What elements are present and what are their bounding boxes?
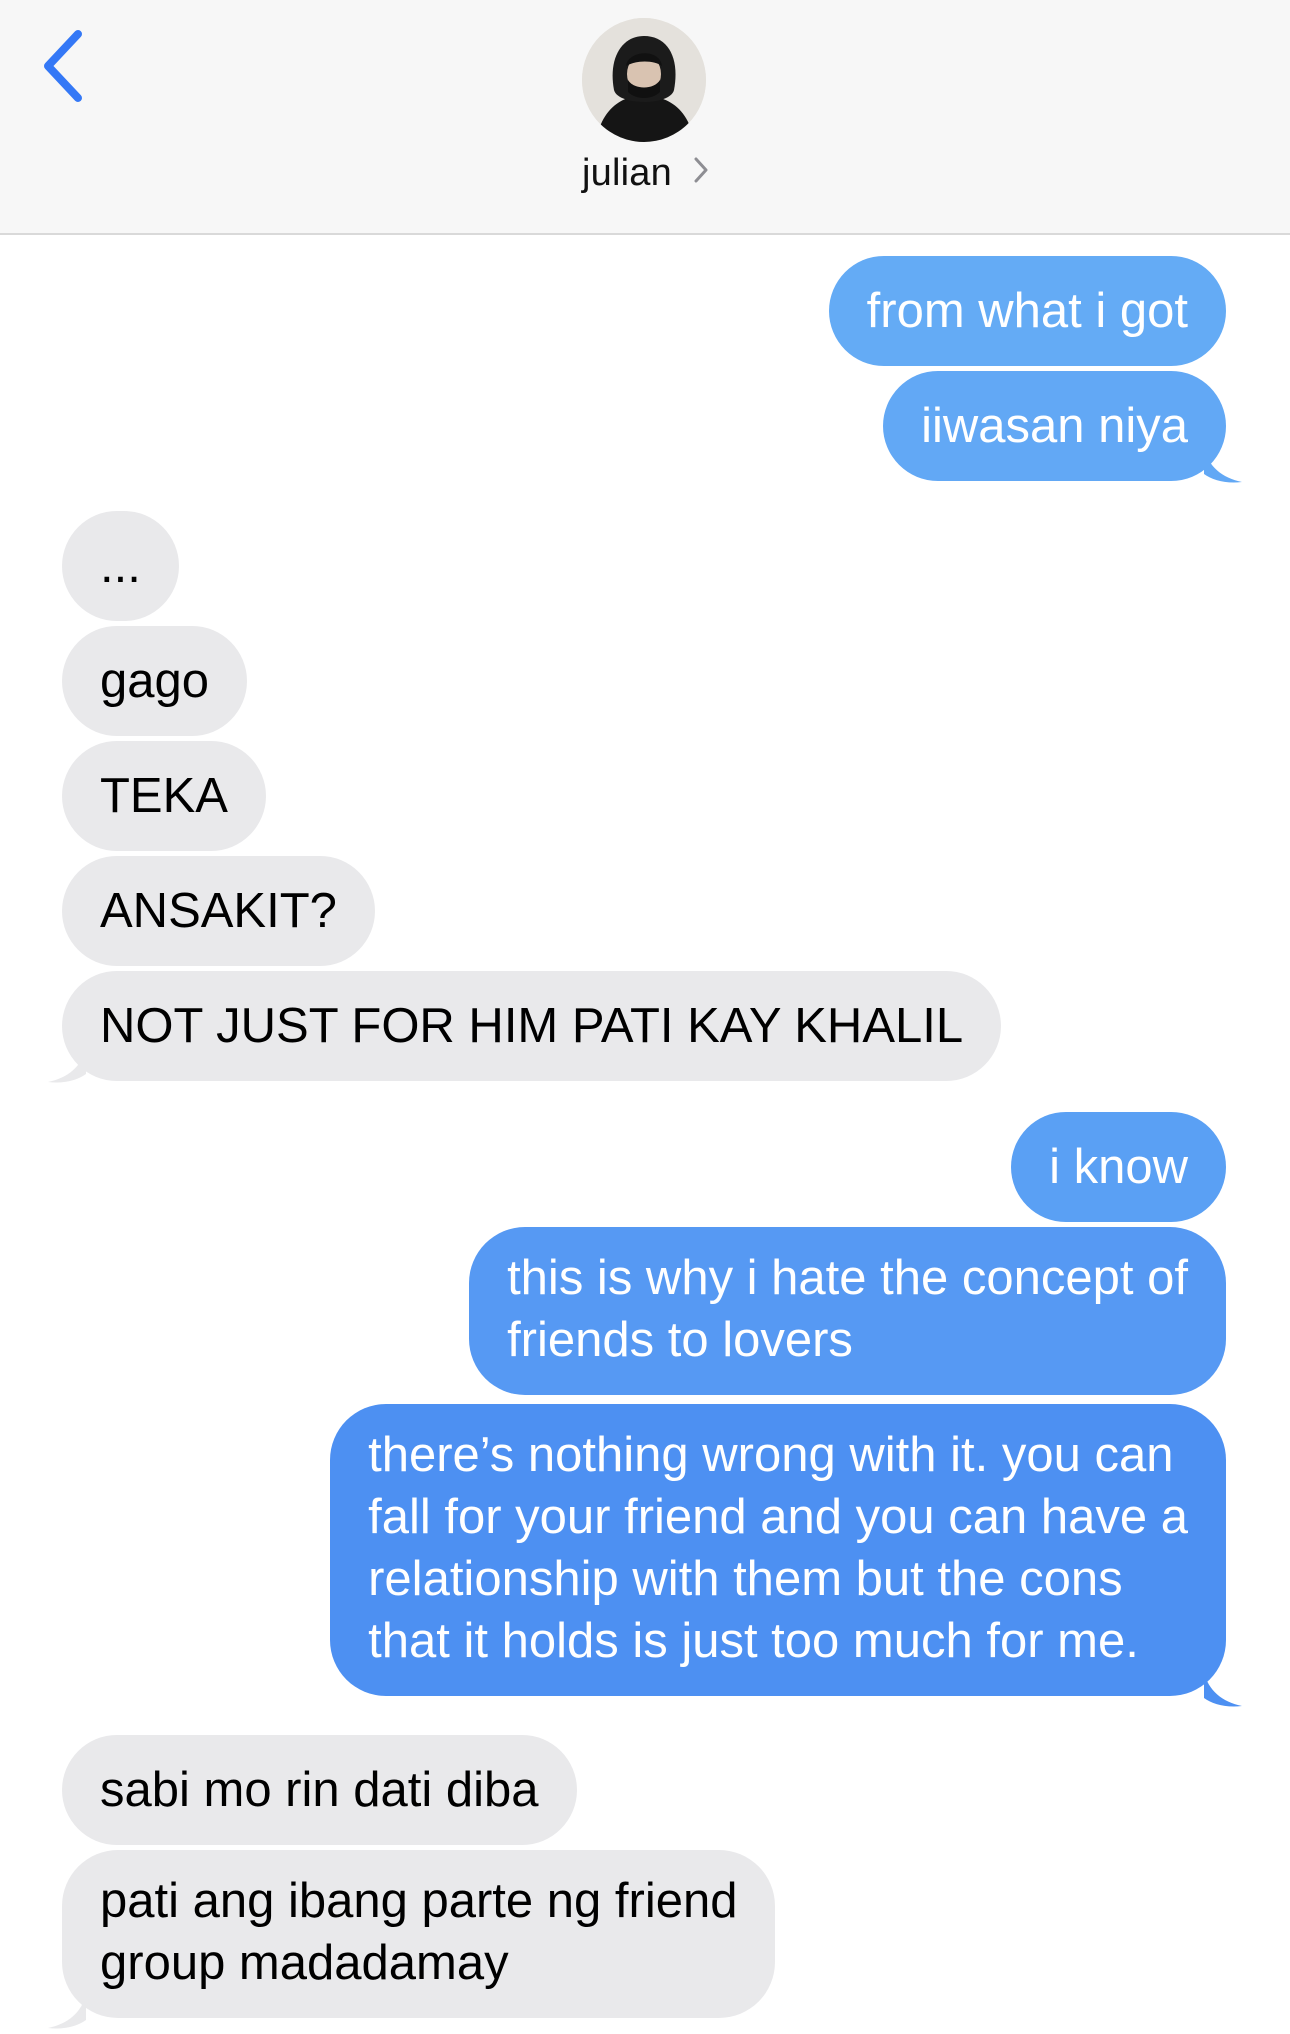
message-bubble-received[interactable]: pati ang ibang parte ng friend group mad… bbox=[62, 1850, 776, 2018]
chevron-left-icon bbox=[44, 30, 82, 102]
message-bubble-received[interactable]: sabi mo rin dati diba bbox=[62, 1735, 577, 1845]
message-bubble-sent[interactable]: there’s nothing wrong with it. you can f… bbox=[330, 1404, 1226, 1696]
message-text-line: fall for your friend and you can have a bbox=[368, 1490, 1188, 1544]
message-text-line: relationship with them but the cons bbox=[368, 1552, 1123, 1606]
message-text-line: pati ang ibang parte ng friend bbox=[100, 1874, 738, 1928]
bubble-tail bbox=[48, 1048, 86, 1083]
message-text: i know bbox=[1049, 1140, 1188, 1194]
message-bubble-received[interactable]: NOT JUST FOR HIM PATI KAY KHALIL bbox=[62, 971, 1002, 1081]
message-text: NOT JUST FOR HIM PATI KAY KHALIL bbox=[100, 999, 964, 1053]
message-text: ... bbox=[100, 539, 141, 593]
message-text: gago bbox=[100, 654, 210, 708]
message-text: iiwasan niya bbox=[921, 399, 1188, 453]
message-bubble-received[interactable]: ANSAKIT? bbox=[62, 856, 375, 966]
message-text: from what i got bbox=[866, 284, 1188, 338]
avatar[interactable] bbox=[582, 18, 706, 142]
message-text-line: that it holds is just too much for me. bbox=[368, 1614, 1139, 1668]
message-bubble-received[interactable]: gago bbox=[62, 626, 248, 736]
bubble-tail bbox=[1204, 448, 1242, 483]
message-bubble-received[interactable]: TEKA bbox=[62, 741, 266, 851]
avatar-photo bbox=[582, 18, 706, 142]
message-text-line: group madadamay bbox=[100, 1936, 509, 1990]
message-text: sabi mo rin dati diba bbox=[100, 1763, 539, 1817]
message-text-line: friends to lovers bbox=[507, 1313, 853, 1367]
conversation-header: julian bbox=[0, 0, 1290, 235]
message-text: ANSAKIT? bbox=[100, 884, 337, 938]
back-button[interactable] bbox=[40, 28, 100, 108]
contact-name: julian bbox=[582, 152, 672, 194]
message-bubble-sent[interactable]: from what i got bbox=[828, 256, 1226, 366]
message-bubble-sent[interactable]: this is why i hate the concept of friend… bbox=[469, 1227, 1226, 1395]
message-bubble-sent[interactable]: i know bbox=[1011, 1112, 1226, 1222]
bubble-tail bbox=[1204, 1672, 1242, 1707]
message-text: TEKA bbox=[100, 769, 228, 823]
message-text-line: there’s nothing wrong with it. you can bbox=[368, 1428, 1174, 1482]
contact-name-button[interactable]: julian bbox=[0, 152, 1290, 195]
message-text-line: this is why i hate the concept of bbox=[507, 1251, 1188, 1305]
chevron-right-icon bbox=[694, 157, 708, 183]
message-bubble-received[interactable]: ... bbox=[62, 511, 179, 621]
bubble-tail bbox=[48, 1994, 86, 2029]
message-bubble-sent[interactable]: iiwasan niya bbox=[883, 371, 1226, 481]
